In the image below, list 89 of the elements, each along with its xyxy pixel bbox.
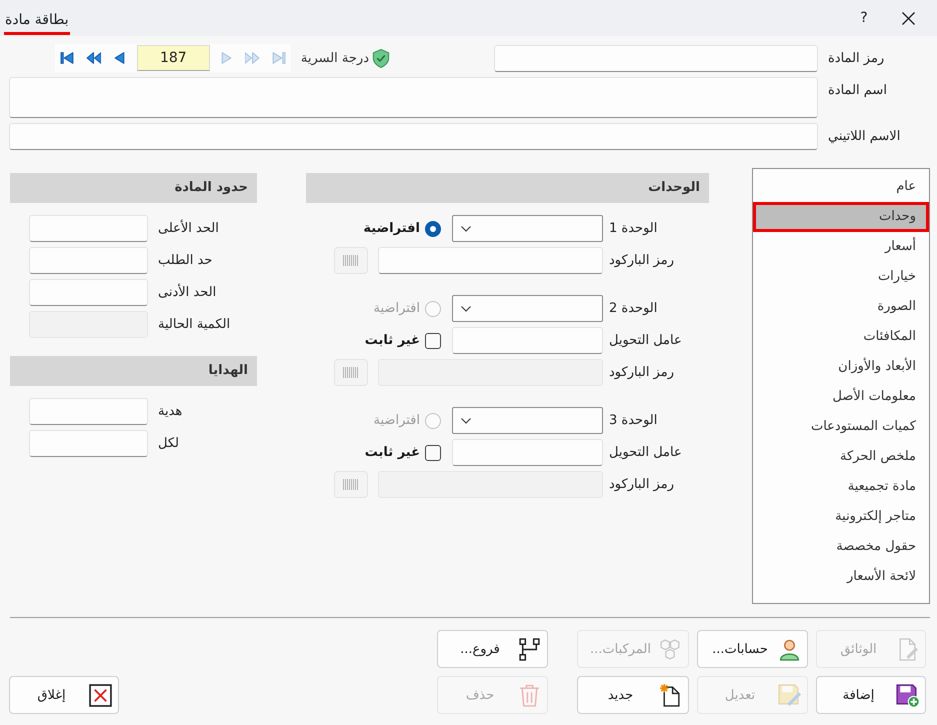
chevron-down-icon bbox=[461, 306, 471, 312]
field-label: الاسم اللاتيني bbox=[828, 128, 902, 146]
field-label: الكمية الحالية bbox=[158, 317, 232, 332]
input-field[interactable] bbox=[452, 327, 603, 354]
barcode-icon bbox=[343, 479, 359, 490]
field-label: الحد الأعلى bbox=[158, 221, 220, 236]
input-field[interactable] bbox=[29, 247, 148, 274]
checkbox-label: غير ثابت bbox=[364, 333, 420, 348]
section-list-item[interactable]: عام bbox=[753, 172, 929, 202]
input-field[interactable] bbox=[29, 215, 148, 242]
field-label: الوحدة 2 bbox=[609, 301, 658, 316]
input-field[interactable] bbox=[9, 123, 818, 150]
field-label: الوحدة 3 bbox=[609, 413, 658, 428]
section-header: حدود المادة bbox=[10, 173, 257, 203]
checkbox[interactable] bbox=[425, 332, 441, 348]
radio-label: افتراضية bbox=[374, 413, 420, 428]
field-label: عامل التحويل bbox=[609, 333, 683, 348]
section-list-item[interactable]: خيارات bbox=[753, 262, 929, 292]
section-list-item[interactable]: لائحة الأسعار bbox=[753, 562, 929, 592]
double-triangle-right-icon bbox=[245, 52, 260, 64]
unit-dropdown[interactable] bbox=[452, 215, 603, 242]
branches-button[interactable]: فروع... bbox=[437, 630, 548, 668]
barcode-icon bbox=[343, 255, 359, 266]
section-header: الهدايا bbox=[10, 356, 257, 386]
field-label: رمز الباركود bbox=[609, 365, 675, 380]
help-button[interactable]: ? bbox=[844, 10, 884, 26]
person-icon bbox=[778, 638, 801, 660]
barcode-button[interactable] bbox=[334, 359, 368, 386]
field-label: رمز الباركود bbox=[609, 253, 675, 268]
shield-check-icon bbox=[372, 48, 390, 68]
floppy-pencil-icon bbox=[778, 684, 801, 706]
section-list-item[interactable]: حقول مخصصة bbox=[753, 532, 929, 562]
field-label: رمز المادة bbox=[828, 50, 886, 68]
section-list-item[interactable]: كميات المستودعات bbox=[753, 412, 929, 442]
triangle-left-icon bbox=[112, 52, 128, 64]
input-field[interactable] bbox=[29, 398, 148, 425]
x-in-box-icon bbox=[89, 684, 112, 706]
input-field[interactable] bbox=[452, 439, 603, 466]
skip-to-end-icon bbox=[271, 52, 286, 64]
barcode-button[interactable] bbox=[334, 247, 368, 274]
close-icon bbox=[902, 12, 914, 24]
input-field[interactable] bbox=[378, 247, 603, 274]
security-level-label: درجة السرية bbox=[300, 50, 369, 66]
close-button[interactable]: إغلاق bbox=[9, 676, 119, 714]
floppy-plus-icon bbox=[896, 684, 919, 706]
record-number-field[interactable]: 187 bbox=[136, 45, 210, 71]
accounts-button[interactable]: حسابات... bbox=[697, 630, 808, 668]
field-label: الحد الأدنى bbox=[158, 285, 218, 300]
field-label: الوحدة 1 bbox=[609, 221, 658, 236]
field-label: عامل التحويل bbox=[609, 445, 683, 460]
radio-button[interactable] bbox=[425, 220, 441, 236]
input-field[interactable] bbox=[494, 44, 818, 72]
section-list-item[interactable]: أسعار bbox=[753, 232, 929, 262]
skip-to-start-icon bbox=[60, 52, 76, 64]
document-star-icon bbox=[659, 684, 682, 706]
branch-diagram-icon bbox=[518, 638, 541, 660]
double-triangle-left-icon bbox=[86, 52, 102, 64]
new-button[interactable]: جديد bbox=[577, 676, 689, 714]
section-list-item[interactable]: وحدات bbox=[753, 202, 929, 232]
barcode-icon bbox=[343, 367, 359, 378]
input-field[interactable] bbox=[9, 77, 818, 118]
input-field[interactable] bbox=[29, 279, 148, 306]
field-label: لكل bbox=[158, 436, 180, 451]
section-list-item[interactable]: الأبعاد والأوزان bbox=[753, 352, 929, 382]
input-field[interactable] bbox=[29, 430, 148, 457]
checkbox-label: غير ثابت bbox=[364, 445, 420, 460]
section-list-item[interactable]: معلومات الأصل bbox=[753, 382, 929, 412]
field-label: رمز الباركود bbox=[609, 477, 675, 492]
hexagons-icon bbox=[659, 638, 682, 660]
section-list-item[interactable]: مادة تجميعية bbox=[753, 472, 929, 502]
section-header: الوحدات bbox=[306, 173, 709, 203]
radio-label: افتراضية bbox=[374, 301, 420, 316]
section-list-item[interactable]: الصورة bbox=[753, 292, 929, 322]
window-title: بطاقة مادة bbox=[4, 8, 70, 34]
add-button[interactable]: إضافة bbox=[816, 676, 926, 714]
radio-label: افتراضية bbox=[363, 221, 420, 236]
checkbox[interactable] bbox=[425, 444, 441, 460]
field-label: حد الطلب bbox=[158, 253, 214, 268]
section-list-item[interactable]: متاجر إلكترونية bbox=[753, 502, 929, 532]
trash-icon bbox=[518, 684, 541, 706]
chevron-down-icon bbox=[461, 226, 471, 232]
unit-dropdown[interactable] bbox=[452, 295, 603, 322]
field-label: اسم المادة bbox=[828, 82, 888, 100]
section-list-item[interactable]: المكافئات bbox=[753, 322, 929, 352]
section-list-item[interactable]: ملخص الحركة bbox=[753, 442, 929, 472]
barcode-button[interactable] bbox=[334, 471, 368, 498]
chevron-down-icon bbox=[461, 418, 471, 424]
field-label: هدية bbox=[158, 404, 184, 419]
unit-dropdown[interactable] bbox=[452, 407, 603, 434]
